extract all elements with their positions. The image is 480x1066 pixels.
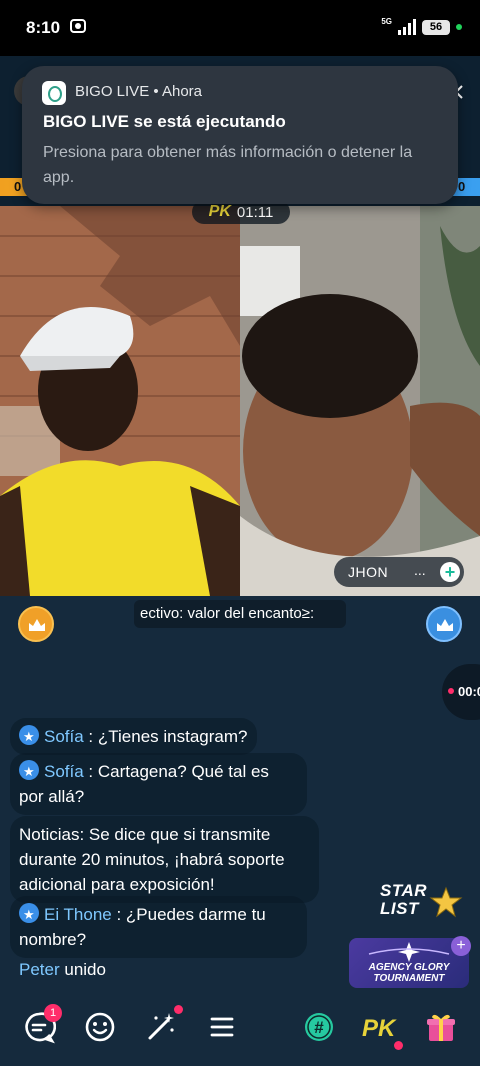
streamer-name: JHON [348,564,389,580]
notification-app-name: BIGO LIVE [75,83,150,100]
video-left-frame [0,206,240,596]
pk-score-left: 0 [14,179,22,194]
star-badge-icon [19,902,39,927]
notification-body: Presiona para obtener más información o … [43,144,413,186]
magic-wand-icon[interactable] [144,1010,178,1044]
chat-system-message: Noticias: Se dice que si transmite duran… [10,816,319,903]
announcement-marquee: ectivo: valor del encanto≥: [134,600,346,628]
chat-message[interactable]: Sofía : Cartagena? Qué tal es por allá? [10,753,307,815]
follow-plus-icon[interactable]: + [440,562,460,582]
left-team-crown-icon[interactable] [18,606,54,642]
join-username[interactable]: Peter [19,960,60,979]
star-badge-icon [19,724,39,749]
hashtag-icon[interactable]: # [302,1010,336,1044]
network-type: 5G [381,16,392,26]
pk-notification-dot [394,1041,403,1050]
screen-record-icon [70,19,86,33]
chat-message[interactable]: Ei Thone : ¿Puedes darme tu nombre? [10,896,307,958]
chat-message[interactable]: Sofía : ¿Tienes instagram? [10,718,258,755]
chat-username[interactable]: Sofía [44,727,84,746]
status-icons: 5G 56 [381,16,462,38]
side-timer-text: 00:0 [458,684,480,699]
video-left[interactable] [0,206,240,596]
join-message: Peter unido [19,960,106,980]
privacy-dot-icon [456,24,462,30]
message-badge: 1 [44,1004,62,1022]
pk-button-icon[interactable]: PK [362,1010,397,1044]
pk-button-label: PK [362,1015,397,1042]
hashtag-label: # [314,1018,324,1037]
magic-notification-dot [174,1005,183,1014]
right-team-crown-icon[interactable] [426,606,462,642]
star-crown-icon [429,886,463,918]
star-list-line2: LIST [380,899,419,918]
battery-icon: 56 [422,19,450,35]
status-time: 8:10 [26,18,61,37]
video-right[interactable] [240,206,480,596]
bottom-toolbar [0,1000,480,1066]
chat-separator: : [83,727,98,746]
status-bar: 8:10 5G 56 [0,0,480,56]
signal-icon [398,19,416,35]
star-list-button[interactable]: STAR LIST [376,880,466,924]
system-notification[interactable]: BIGO LIVE • Ahora BIGO LIVE se está ejec… [22,66,458,204]
chat-separator: : [83,762,98,781]
live-dot-icon [448,688,454,694]
streamer-name-tag[interactable]: JHON ... + [334,557,464,587]
video-right-frame [240,206,480,596]
notification-header: BIGO LIVE • Ahora [75,83,202,100]
pk-countdown: 01:11 [236,203,274,221]
chat-separator: : [111,905,126,924]
agency-glory-banner[interactable]: AGENCY GLORY TOURNAMENT + [349,936,471,988]
notification-time: Ahora [161,83,202,100]
streamer-name-ellipsis: ... [414,562,426,578]
menu-icon[interactable] [205,1010,239,1044]
star-badge-icon [19,759,39,784]
emoji-icon[interactable] [83,1010,117,1044]
join-text: unido [64,960,106,979]
pk-score-right: 0 [458,179,466,194]
notification-title: BIGO LIVE se está ejecutando [43,112,286,131]
chat-username[interactable]: Sofía [44,762,84,781]
agency-line2: TOURNAMENT [373,973,445,984]
star-list-line1: STAR [380,881,428,900]
agency-line1: AGENCY GLORY [368,962,450,973]
agency-plus-icon[interactable]: + [451,936,471,956]
gift-icon[interactable] [424,1010,458,1044]
chat-username[interactable]: Ei Thone [44,905,112,924]
marquee-text: ectivo: valor del encanto≥: [140,605,315,622]
chat-text: ¿Tienes instagram? [97,727,248,746]
bigo-app-icon [42,81,66,105]
chat-text: Noticias: Se dice que si transmite duran… [19,825,285,894]
pk-badge: PK [208,203,231,220]
side-timer[interactable]: 00:0 [442,664,480,720]
